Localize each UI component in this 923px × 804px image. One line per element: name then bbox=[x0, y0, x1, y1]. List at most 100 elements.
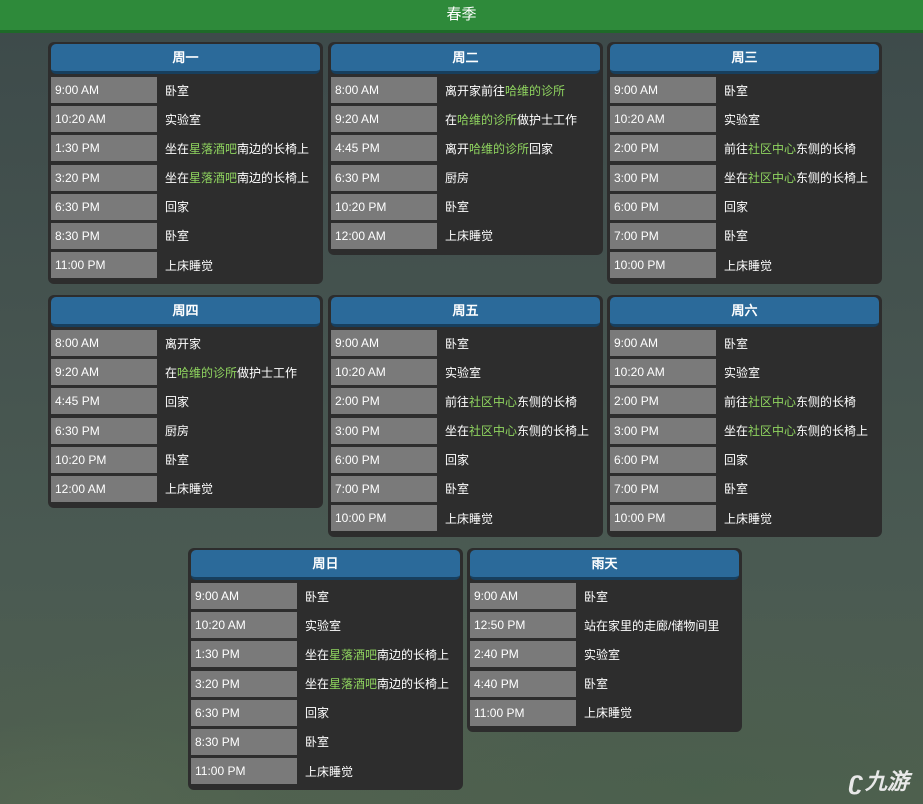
schedule-row: 10:00 PM 上床睡觉 bbox=[331, 505, 600, 532]
location-text: 回家 bbox=[165, 200, 190, 215]
location-cell: 回家 bbox=[157, 198, 189, 215]
location-text: 东侧的长椅 bbox=[796, 141, 857, 156]
schedule-row: 4:45 PM 离开哈维的诊所回家 bbox=[331, 135, 600, 162]
location-text: 上床睡觉 bbox=[305, 764, 354, 779]
location-highlight: 哈维的诊所 bbox=[177, 365, 238, 380]
time-cell: 10:20 AM bbox=[191, 612, 297, 639]
time-cell: 3:00 PM bbox=[610, 417, 716, 444]
location-cell: 卧室 bbox=[297, 733, 329, 750]
location-highlight: 哈维的诊所 bbox=[505, 83, 566, 98]
location-text: 卧室 bbox=[165, 453, 190, 468]
schedule-row: 6:30 PM 厨房 bbox=[331, 164, 600, 191]
time-cell: 8:30 PM bbox=[51, 222, 157, 249]
schedule-row: 8:00 AM 离开家前往哈维的诊所 bbox=[331, 77, 600, 103]
location-text: 东侧的长椅上 bbox=[796, 424, 869, 439]
schedule-row: 12:00 AM 上床睡觉 bbox=[51, 475, 320, 502]
season-title-bar: 春季 bbox=[0, 0, 923, 33]
schedule-row: 10:00 PM 上床睡觉 bbox=[610, 505, 879, 532]
location-cell: 上床睡觉 bbox=[437, 227, 493, 244]
location-text: 上床睡觉 bbox=[724, 258, 773, 273]
day-header: 周一 bbox=[51, 44, 320, 74]
logo-icon: ʗ bbox=[848, 765, 863, 795]
location-cell: 回家 bbox=[297, 704, 329, 721]
location-cell: 卧室 bbox=[157, 451, 189, 468]
time-cell: 10:20 PM bbox=[51, 446, 157, 473]
schedule-row: 6:00 PM 回家 bbox=[610, 193, 879, 220]
time-cell: 6:00 PM bbox=[610, 193, 716, 220]
location-cell: 前往社区中心东侧的长椅 bbox=[716, 393, 856, 410]
location-text: 离开家 bbox=[165, 336, 202, 351]
location-highlight: 星落酒吧 bbox=[189, 141, 238, 156]
location-cell: 回家 bbox=[437, 451, 469, 468]
time-cell: 11:00 PM bbox=[191, 758, 297, 785]
location-text: 坐在 bbox=[165, 141, 190, 156]
schedule-row: 8:30 PM 卧室 bbox=[191, 728, 460, 755]
location-highlight: 社区中心 bbox=[469, 424, 518, 439]
location-text: 厨房 bbox=[445, 171, 470, 186]
time-cell: 8:30 PM bbox=[191, 728, 297, 755]
time-cell: 10:20 PM bbox=[331, 193, 437, 220]
schedule-row: 10:20 PM 卧室 bbox=[331, 193, 600, 220]
schedule-row: 7:00 PM 卧室 bbox=[331, 475, 600, 502]
location-highlight: 社区中心 bbox=[748, 424, 797, 439]
schedule-row: 11:00 PM 上床睡觉 bbox=[191, 758, 460, 785]
location-text: 回家 bbox=[724, 453, 749, 468]
time-cell: 7:00 PM bbox=[610, 222, 716, 249]
schedule-row: 9:00 AM 卧室 bbox=[470, 583, 739, 609]
day-header: 周五 bbox=[331, 297, 600, 327]
location-text: 卧室 bbox=[724, 482, 749, 497]
time-cell: 12:50 PM bbox=[470, 612, 576, 639]
schedule-row: 12:00 AM 上床睡觉 bbox=[331, 222, 600, 249]
location-text: 回家 bbox=[165, 394, 190, 409]
time-cell: 1:30 PM bbox=[51, 135, 157, 162]
schedule-row: 10:20 AM 实验室 bbox=[331, 359, 600, 386]
schedule-card: 周三 9:00 AM 卧室 10:20 AM 实验室 2:00 PM 前往社区中心东侧的长椅… bbox=[607, 42, 882, 285]
location-cell: 实验室 bbox=[437, 364, 481, 381]
location-text: 实验室 bbox=[445, 365, 482, 380]
time-cell: 1:30 PM bbox=[191, 641, 297, 668]
location-text: 卧室 bbox=[165, 229, 190, 244]
time-cell: 6:30 PM bbox=[51, 193, 157, 220]
location-cell: 坐在星落酒吧南边的长椅上 bbox=[297, 646, 449, 663]
location-text: 坐在 bbox=[724, 171, 749, 186]
schedule-row: 10:20 PM 卧室 bbox=[51, 446, 320, 473]
location-cell: 卧室 bbox=[716, 335, 748, 352]
time-cell: 3:00 PM bbox=[610, 164, 716, 191]
time-cell: 10:00 PM bbox=[331, 505, 437, 532]
location-cell: 在哈维的诊所做护士工作 bbox=[437, 111, 577, 128]
time-cell: 9:00 AM bbox=[610, 77, 716, 103]
location-text: 东侧的长椅 bbox=[517, 394, 578, 409]
schedule-row: 8:00 AM 离开家 bbox=[51, 330, 320, 356]
location-cell: 卧室 bbox=[157, 82, 189, 99]
time-cell: 2:00 PM bbox=[610, 135, 716, 162]
schedule-row: 3:00 PM 坐在社区中心东侧的长椅上 bbox=[610, 417, 879, 444]
location-text: 坐在 bbox=[445, 424, 470, 439]
schedule-row: 3:20 PM 坐在星落酒吧南边的长椅上 bbox=[51, 164, 320, 191]
location-highlight: 社区中心 bbox=[748, 394, 797, 409]
location-text: 南边的长椅上 bbox=[377, 647, 450, 662]
schedule-card: 周四 8:00 AM 离开家 9:20 AM 在哈维的诊所做护士工作 4:45 PM 回家 6… bbox=[48, 295, 323, 509]
schedule-row: 9:00 AM 卧室 bbox=[331, 330, 600, 356]
location-cell: 卧室 bbox=[716, 480, 748, 497]
schedule-row: 3:20 PM 坐在星落酒吧南边的长椅上 bbox=[191, 670, 460, 697]
schedule-row: 7:00 PM 卧室 bbox=[610, 222, 879, 249]
schedule-row: 1:30 PM 坐在星落酒吧南边的长椅上 bbox=[191, 641, 460, 668]
time-cell: 6:00 PM bbox=[610, 446, 716, 473]
location-cell: 实验室 bbox=[576, 646, 620, 663]
time-cell: 10:20 AM bbox=[331, 359, 437, 386]
time-cell: 10:20 AM bbox=[610, 359, 716, 386]
location-cell: 实验室 bbox=[716, 364, 760, 381]
location-text: 坐在 bbox=[305, 647, 330, 662]
location-text: 实验室 bbox=[584, 647, 621, 662]
location-text: 实验室 bbox=[165, 112, 202, 127]
location-cell: 卧室 bbox=[297, 588, 329, 605]
location-cell: 离开家前往哈维的诊所 bbox=[437, 82, 565, 99]
time-cell: 10:00 PM bbox=[610, 252, 716, 279]
time-cell: 6:30 PM bbox=[191, 699, 297, 726]
schedule-row: 10:20 AM 实验室 bbox=[191, 612, 460, 639]
time-cell: 9:20 AM bbox=[331, 106, 437, 133]
time-cell: 10:20 AM bbox=[610, 106, 716, 133]
location-text: 南边的长椅上 bbox=[377, 677, 450, 692]
location-text: 东侧的长椅上 bbox=[517, 424, 590, 439]
time-cell: 9:00 AM bbox=[331, 330, 437, 356]
